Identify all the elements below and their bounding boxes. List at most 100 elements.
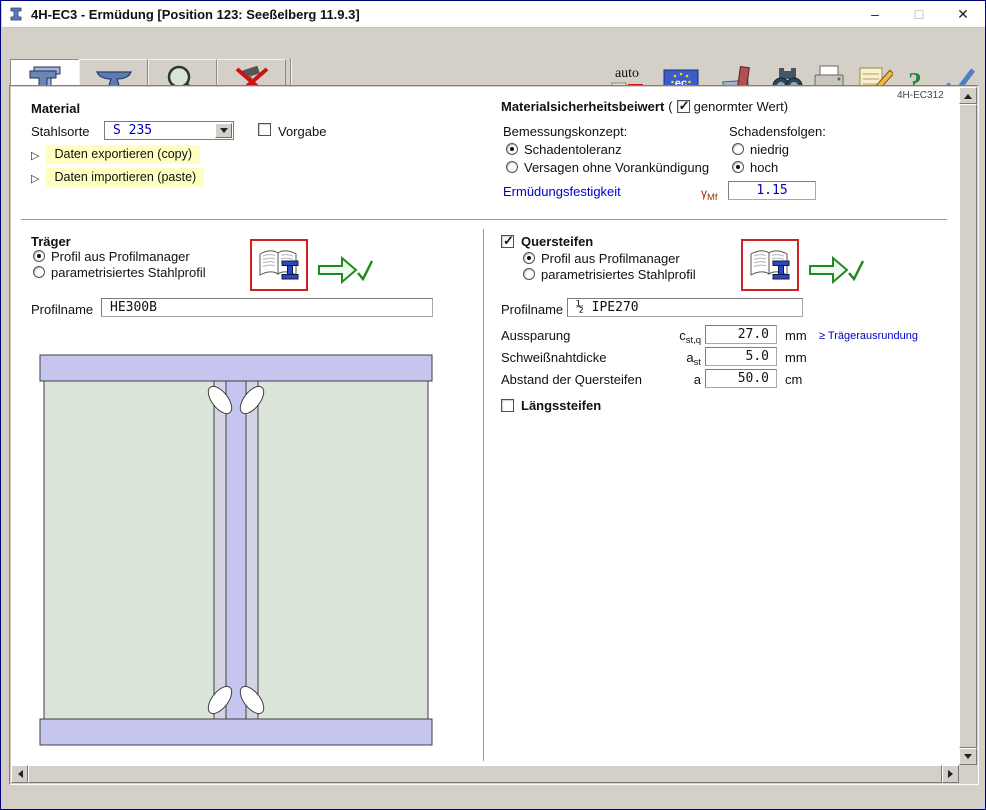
radio-quersteifen-parametrisiert[interactable] xyxy=(523,268,535,280)
quersteifen-profilname-input[interactable]: ½ IPE270 xyxy=(567,298,803,317)
radio-traeger-profilmanager[interactable] xyxy=(33,250,45,262)
sym-char: c xyxy=(679,328,686,343)
module-code: 4H-EC312 xyxy=(897,90,944,101)
traeger-profilname-input[interactable]: HE300B xyxy=(101,298,433,317)
schweissnaht-value: 5.0 xyxy=(746,349,769,364)
schweissnaht-unit: mm xyxy=(785,350,807,365)
traeger-profilname-value: HE300B xyxy=(110,300,157,315)
scroll-down-button[interactable] xyxy=(959,748,977,765)
horizontal-scrollbar[interactable] xyxy=(11,765,959,783)
quersteifen-profilname-label: Profilname xyxy=(501,302,563,317)
material-section-title: Material xyxy=(31,101,80,116)
horizontal-scroll-thumb[interactable] xyxy=(28,765,942,783)
quersteifen-profilname-value: ½ IPE270 xyxy=(576,300,639,315)
import-label: Daten importieren (paste) xyxy=(46,168,204,187)
export-label: Daten exportieren (copy) xyxy=(46,145,200,164)
radio-traeger-parametrisiert[interactable] xyxy=(33,266,45,278)
beam-cross-section-drawing xyxy=(39,354,433,746)
gamma-sub-char: Mf xyxy=(707,192,718,203)
scrollbar-corner xyxy=(959,765,977,783)
sicherheit-title-line: Materialsicherheitsbeiwert ( genormter W… xyxy=(501,99,788,114)
vertical-divider xyxy=(483,229,484,761)
app-icon xyxy=(8,6,24,22)
import-arrow-icon xyxy=(31,170,39,185)
profile-book-icon xyxy=(747,246,793,284)
quersteifen-profilmanager-label: Profil aus Profilmanager xyxy=(541,251,680,266)
abstand-symbol: a xyxy=(651,372,701,387)
app-window: 4H-EC3 - Ermüdung [Position 123: Seeßelb… xyxy=(0,0,986,810)
traegerausrundung-link[interactable]: ≥ Trägerausrundung xyxy=(819,330,918,342)
schadentoleranz-label: Schadentoleranz xyxy=(524,142,622,157)
quersteifen-parametrisiert-label: parametrisiertes Stahlprofil xyxy=(541,267,696,282)
aussparung-label: Aussparung xyxy=(501,328,570,343)
green-arrow-check-icon xyxy=(316,253,374,287)
green-arrow-check-icon xyxy=(807,253,865,287)
traeger-apply-button[interactable] xyxy=(316,253,374,287)
gamma-value: 1.15 xyxy=(756,183,787,198)
vorgabe-checkbox[interactable] xyxy=(258,123,271,136)
scroll-right-button[interactable] xyxy=(942,765,959,783)
niedrig-label: niedrig xyxy=(750,142,789,157)
stahlsorte-label: Stahlsorte xyxy=(31,124,90,139)
traeger-profilmanager-label: Profil aus Profilmanager xyxy=(51,249,190,264)
aussparung-unit: mm xyxy=(785,328,807,343)
minimize-button[interactable]: – xyxy=(853,1,897,27)
titlebar: 4H-EC3 - Ermüdung [Position 123: Seeßelb… xyxy=(2,1,985,28)
aussparung-input[interactable]: 27.0 xyxy=(705,325,777,344)
scroll-up-button[interactable] xyxy=(959,87,977,104)
stahlsorte-select[interactable]: S 235 xyxy=(104,121,234,140)
laengssteifen-checkbox[interactable] xyxy=(501,399,514,412)
aussparung-symbol: cst,q xyxy=(651,328,701,343)
vertical-scrollbar[interactable] xyxy=(959,87,977,765)
abstand-input[interactable]: 50.0 xyxy=(705,369,777,388)
vorgabe-label: Vorgabe xyxy=(278,124,326,139)
abstand-value: 50.0 xyxy=(738,371,769,386)
window-title: 4H-EC3 - Ermüdung [Position 123: Seeßelb… xyxy=(31,7,853,22)
bemessungskonzept-label: Bemessungskonzept: xyxy=(503,124,627,139)
content-area: 4H-EC312 Material Stahlsorte S 235 Vorga… xyxy=(11,87,959,765)
schweissnaht-symbol: ast xyxy=(651,350,701,365)
traeger-profilname-label: Profilname xyxy=(31,302,93,317)
export-arrow-icon xyxy=(31,147,39,162)
toolbar: auto aus ec xyxy=(2,28,985,85)
schweissnaht-input[interactable]: 5.0 xyxy=(705,347,777,366)
radio-schadentoleranz[interactable] xyxy=(506,143,518,155)
abstand-label: Abstand der Quersteifen xyxy=(501,372,642,387)
import-paste-button[interactable]: Daten importieren (paste) xyxy=(31,168,204,187)
genormt-paren-open: ( xyxy=(668,99,672,114)
laengssteifen-label: Längssteifen xyxy=(521,398,601,413)
hoch-label: hoch xyxy=(750,160,778,175)
radio-hoch[interactable] xyxy=(732,161,744,173)
traeger-profilmanager-button[interactable] xyxy=(250,239,308,291)
ermuedungsfestigkeit-link[interactable]: Ermüdungsfestigkeit xyxy=(503,184,621,199)
quersteifen-profilmanager-button[interactable] xyxy=(741,239,799,291)
profile-book-icon xyxy=(256,246,302,284)
quersteifen-section-title: Quersteifen xyxy=(521,234,593,249)
export-copy-button[interactable]: Daten exportieren (copy) xyxy=(31,145,200,164)
scroll-left-button[interactable] xyxy=(11,765,28,783)
schweissnaht-label: Schweißnahtdicke xyxy=(501,350,607,365)
quersteifen-apply-button[interactable] xyxy=(807,253,865,287)
radio-quersteifen-profilmanager[interactable] xyxy=(523,252,535,264)
schadensfolgen-label: Schadensfolgen: xyxy=(729,124,826,139)
auto-label: auto xyxy=(615,66,639,81)
sym-sub: st,q xyxy=(686,335,701,346)
versagen-label: Versagen ohne Vorankündigung xyxy=(524,160,709,175)
sicherheit-section-title: Materialsicherheitsbeiwert xyxy=(501,99,664,114)
vertical-scroll-thumb[interactable] xyxy=(959,104,977,748)
traeger-section-title: Träger xyxy=(31,234,71,249)
sym-char: a xyxy=(686,350,693,365)
sym-char: a xyxy=(694,372,701,387)
genormter-wert-checkbox[interactable] xyxy=(677,100,690,113)
gamma-symbol: γMf xyxy=(701,186,718,200)
aussparung-value: 27.0 xyxy=(738,327,769,342)
gamma-input[interactable]: 1.15 xyxy=(728,181,816,200)
radio-niedrig[interactable] xyxy=(732,143,744,155)
chevron-down-icon[interactable] xyxy=(215,123,232,138)
quersteifen-checkbox[interactable] xyxy=(501,235,514,248)
maximize-button[interactable]: □ xyxy=(897,1,941,27)
abstand-unit: cm xyxy=(785,372,802,387)
close-button[interactable]: ✕ xyxy=(941,1,985,27)
radio-versagen[interactable] xyxy=(506,161,518,173)
traeger-parametrisiert-label: parametrisiertes Stahlprofil xyxy=(51,265,206,280)
